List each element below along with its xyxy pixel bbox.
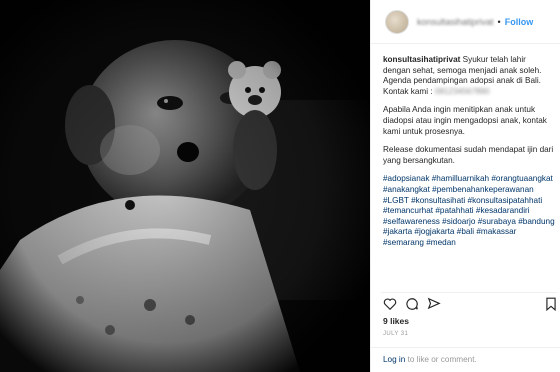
follow-button[interactable]: Follow [505,17,534,27]
hashtag-link[interactable]: #sidoarjo [442,217,475,226]
post-date: JULY 31 [383,331,409,337]
hashtag-link[interactable]: #kesadarandiri [476,206,530,215]
hashtag-link[interactable]: #patahhati [435,206,473,215]
hashtag-link[interactable]: #konsultasihati [411,196,465,205]
header-username[interactable]: konsultasihatiprivat [417,17,494,27]
caption-text-2: Apabila Anda ingin menitipkan anak untuk… [383,105,547,136]
hashtag-link[interactable]: #anakangkat [383,185,430,194]
like-count[interactable]: 9 likes [383,316,409,326]
hashtag-link[interactable]: #medan [426,238,456,247]
hashtag-link[interactable]: #temancurhat [383,206,433,215]
post-header: konsultasihatiprivat • Follow [371,0,560,44]
separator-dot: • [497,16,501,27]
hashtag-link[interactable]: #hamilluarnikah [432,174,489,183]
share-icon[interactable] [427,297,441,311]
post-photo[interactable] [0,0,370,372]
caption: konsultasihatiprivat Syukur telah lahir … [383,55,555,257]
hashtag-link[interactable]: #jakarta [383,227,412,236]
hashtag-link[interactable]: #orangtuaangkat [491,174,552,183]
hashtag-link[interactable]: #semarang [383,238,424,247]
login-prompt-text: to like or comment. [405,355,477,364]
caption-username[interactable]: konsultasihatiprivat [383,55,460,64]
caption-text-3: Release dokumentasi sudah mendapat ijin … [383,145,554,165]
hashtag-link[interactable]: #bali [457,227,474,236]
comment-icon[interactable] [405,297,419,311]
login-link[interactable]: Log in [383,355,405,364]
hashtag-link[interactable]: #bandung [518,217,554,226]
hashtag-link[interactable]: #konsultasipatahhati [468,196,543,205]
login-prompt: Log in to like or comment. [371,347,560,371]
bookmark-icon[interactable] [545,297,557,311]
hashtag-list: #adopsianak #hamilluarnikah #orangtuaang… [383,174,555,248]
hashtag-link[interactable]: #LGBT [383,196,409,205]
post-side-panel: konsultasihatiprivat • Follow konsultasi… [370,0,560,372]
hashtag-link[interactable]: #selfawareness [383,217,440,226]
hashtag-link[interactable]: #jogjakarta [414,227,454,236]
hashtag-link[interactable]: #adopsianak [383,174,429,183]
hashtag-link[interactable]: #surabaya [478,217,516,226]
contact-number-blurred: 081234567890 [434,86,490,96]
heart-icon[interactable] [383,297,397,311]
avatar[interactable] [385,9,409,34]
baby-photo-image [0,0,370,372]
action-bar [381,292,557,315]
hashtag-link[interactable]: #makassar [476,227,516,236]
hashtag-link[interactable]: #pembenahankeperawanan [432,185,534,194]
